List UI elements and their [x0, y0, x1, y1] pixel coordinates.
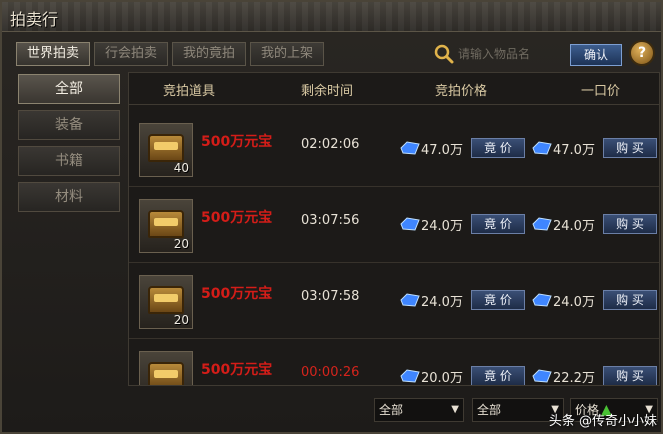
remaining-time: 03:07:56 [301, 213, 360, 228]
auction-table: 竞拍道具 剩余时间 竞拍价格 一口价 40 500万元宝 02:02:06 47… [128, 72, 660, 386]
tab-guild-auction[interactable]: 行会拍卖 [94, 42, 169, 66]
tab-world-auction[interactable]: 世界拍卖 [16, 42, 91, 66]
search-input[interactable] [458, 42, 566, 66]
auction-window: 拍卖行 世界拍卖 行会拍卖 我的竟拍 我的上架 确认 ? 全部 装备 书籍 材料… [0, 0, 663, 434]
gem-icon [400, 141, 420, 155]
buyout-price: 22.2万 [553, 371, 595, 386]
bid-button[interactable]: 竟 价 [471, 290, 525, 310]
table-row: 40 500万元宝 02:02:06 47.0万 竟 价 47.0万 购 买 [129, 111, 659, 187]
header-buyout-price: 一口价 [581, 84, 621, 99]
item-count: 40 [173, 161, 189, 175]
filter-bar: 全部 ▼ 全部 ▼ 价格 ▲ ▼ 头条 @传奇小小妹 [2, 390, 661, 434]
item-slot[interactable]: 20 [139, 199, 193, 253]
gem-icon [532, 141, 552, 155]
item-name: 500万元宝 [201, 134, 273, 150]
gem-icon [400, 369, 420, 383]
window-title: 拍卖行 [10, 10, 59, 29]
confirm-button[interactable]: 确认 [570, 44, 622, 66]
category-sidebar: 全部 装备 书籍 材料 [18, 74, 124, 386]
item-count: 20 [173, 237, 189, 251]
buy-button[interactable]: 购 买 [603, 290, 657, 310]
title-bar: 拍卖行 [2, 2, 661, 32]
header-time: 剩余时间 [301, 84, 354, 99]
remaining-time: 00:00:26 [301, 365, 360, 380]
bid-button[interactable]: 竟 价 [471, 366, 525, 385]
gem-icon [532, 369, 552, 383]
header-item: 竞拍道具 [163, 84, 216, 99]
item-name: 500万元宝 [201, 210, 273, 226]
treasure-chest-icon [148, 210, 184, 238]
treasure-chest-icon [148, 134, 184, 162]
category-all[interactable]: 全部 [18, 74, 120, 104]
remaining-time: 02:02:06 [301, 137, 360, 152]
table-row: 20 500万元宝 03:07:58 24.0万 竟 价 24.0万 购 买 [129, 263, 659, 339]
bid-price: 20.0万 [421, 371, 463, 386]
bid-price: 24.0万 [421, 295, 463, 310]
filter-dropdown-2-value: 全部 [477, 403, 502, 417]
item-slot[interactable]: 40 [139, 123, 193, 177]
tab-my-listings[interactable]: 我的上架 [250, 42, 325, 66]
header-bid-price: 竞拍价格 [435, 84, 488, 99]
gem-icon [400, 217, 420, 231]
item-name: 500万元宝 [201, 362, 273, 378]
gem-icon [532, 217, 552, 231]
filter-dropdown-1[interactable]: 全部 ▼ [374, 398, 464, 422]
buyout-price: 47.0万 [553, 143, 595, 158]
table-row: 20 500万元宝 00:00:26 20.0万 竟 价 22.2万 购 买 [129, 339, 659, 386]
gem-icon [400, 293, 420, 307]
buy-button[interactable]: 购 买 [603, 366, 657, 385]
buy-button[interactable]: 购 买 [603, 214, 657, 234]
buyout-price: 24.0万 [553, 295, 595, 310]
buy-button[interactable]: 购 买 [603, 138, 657, 158]
watermark: 头条 @传奇小小妹 [548, 414, 657, 429]
bid-button[interactable]: 竟 价 [471, 138, 525, 158]
treasure-chest-icon [148, 362, 184, 385]
bid-price: 47.0万 [421, 143, 463, 158]
item-count: 20 [173, 313, 189, 327]
filter-dropdown-1-value: 全部 [379, 403, 404, 417]
bid-price: 24.0万 [421, 219, 463, 234]
remaining-time: 03:07:58 [301, 289, 360, 304]
tab-bar: 世界拍卖 行会拍卖 我的竟拍 我的上架 [16, 42, 325, 66]
tab-my-bids[interactable]: 我的竟拍 [172, 42, 247, 66]
item-slot[interactable]: 20 [139, 351, 193, 385]
treasure-chest-icon [148, 286, 184, 314]
buyout-price: 24.0万 [553, 219, 595, 234]
table-row: 20 500万元宝 03:07:56 24.0万 竟 价 24.0万 购 买 [129, 187, 659, 263]
chevron-down-icon: ▼ [451, 404, 459, 415]
category-equipment[interactable]: 装备 [18, 110, 120, 140]
category-books[interactable]: 书籍 [18, 146, 120, 176]
gem-icon [532, 293, 552, 307]
table-header: 竞拍道具 剩余时间 竞拍价格 一口价 [129, 73, 659, 105]
item-slot[interactable]: 20 [139, 275, 193, 329]
search-icon [434, 44, 454, 64]
bid-button[interactable]: 竟 价 [471, 214, 525, 234]
item-name: 500万元宝 [201, 286, 273, 302]
help-button[interactable]: ? [629, 40, 655, 66]
category-materials[interactable]: 材料 [18, 182, 120, 212]
